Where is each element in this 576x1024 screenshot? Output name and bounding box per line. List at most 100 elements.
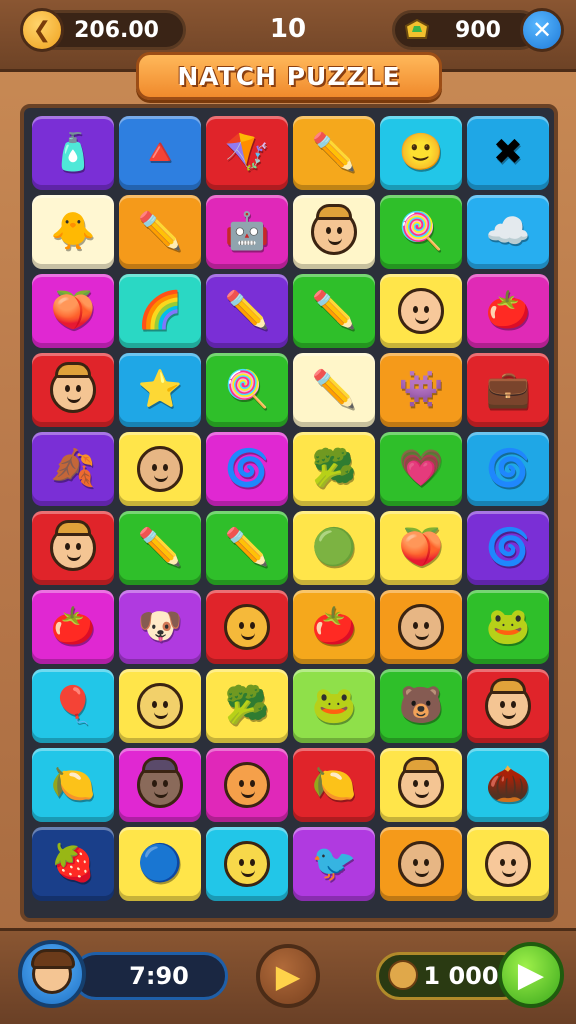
tile-5-2[interactable]: ✏️ — [206, 511, 288, 585]
tile-4-0[interactable]: 🍂 — [32, 432, 114, 506]
close-button[interactable]: ✕ — [520, 8, 564, 52]
leaf-icon: 🍂 — [50, 448, 96, 489]
tile-4-5[interactable]: 🌀 — [467, 432, 549, 506]
swirl-candy-icon: 🌀 — [485, 527, 531, 568]
yellow-face-icon — [224, 841, 270, 887]
tile-3-0[interactable] — [32, 353, 114, 427]
tile-2-0[interactable]: 🍑 — [32, 274, 114, 348]
pencil-icon: ✏️ — [224, 290, 270, 331]
explorer-face-icon — [50, 520, 96, 571]
briefcase-icon: 💼 — [485, 369, 531, 410]
star-cross-icon: ✖ — [492, 132, 524, 173]
tile-3-3[interactable]: ✏️ — [293, 353, 375, 427]
tile-7-0[interactable]: 🎈 — [32, 669, 114, 743]
tile-3-4[interactable]: 👾 — [380, 353, 462, 427]
tile-4-2[interactable]: 🌀 — [206, 432, 288, 506]
tile-8-1[interactable] — [119, 748, 201, 822]
tile-8-2[interactable] — [206, 748, 288, 822]
close-icon: ✕ — [531, 16, 553, 44]
tile-9-5[interactable] — [467, 827, 549, 901]
cookie-face-icon — [137, 446, 183, 492]
tile-0-0[interactable]: 🧴 — [32, 116, 114, 190]
tile-2-4[interactable] — [380, 274, 462, 348]
tile-2-5[interactable]: 🍅 — [467, 274, 549, 348]
tile-0-1[interactable]: 🔺 — [119, 116, 201, 190]
yellow-dog-icon: 🐶 — [137, 606, 183, 647]
cookie-currency-icon — [388, 960, 418, 990]
tile-3-2[interactable]: 🍭 — [206, 353, 288, 427]
tile-6-0[interactable]: 🍅 — [32, 590, 114, 664]
puzzle-board: 🧴 🔺 🪁 ✏️ 🙂 ✖ 🐥 ✏️ 🤖 🍭 ☁️ 🍑 🌈 ✏️ ✏️ 🍅 ⭐ 🍭 ✏️ 👾 💼 🍂 🌀 🥦 💗 🌀 ✏️ ✏️ 🟢 🍑 🌀 🍅… — [20, 104, 558, 922]
green-ball-icon: 🟢 — [311, 527, 357, 568]
peach-icon: 🍑 — [50, 290, 96, 331]
tile-0-3[interactable]: ✏️ — [293, 116, 375, 190]
tile-6-3[interactable]: 🍅 — [293, 590, 375, 664]
player-avatar[interactable] — [18, 940, 86, 1008]
tile-4-1[interactable] — [119, 432, 201, 506]
cookie-face-icon — [398, 604, 444, 650]
tile-5-4[interactable]: 🍑 — [380, 511, 462, 585]
tile-8-3[interactable]: 🍋 — [293, 748, 375, 822]
tile-7-5[interactable] — [467, 669, 549, 743]
explorer-face-icon — [398, 757, 444, 808]
tile-1-4[interactable]: 🍭 — [380, 195, 462, 269]
rainbow-shell-icon: 🌈 — [137, 290, 183, 331]
triangle-ruler-icon: 🔺 — [137, 132, 183, 173]
explorer-face-icon — [485, 678, 531, 729]
tile-7-3[interactable]: 🐸 — [293, 669, 375, 743]
tile-1-2[interactable]: 🤖 — [206, 195, 288, 269]
tile-0-4[interactable]: 🙂 — [380, 116, 462, 190]
score-value: 7:90 — [129, 962, 189, 990]
tile-8-5[interactable]: 🌰 — [467, 748, 549, 822]
play-button[interactable]: ▶ — [256, 944, 320, 1008]
tile-8-0[interactable]: 🍋 — [32, 748, 114, 822]
tomato-icon: 🍅 — [485, 290, 531, 331]
coins-value: 206.00 — [74, 17, 159, 43]
tile-5-0[interactable] — [32, 511, 114, 585]
tomato-icon: 🍅 — [50, 606, 96, 647]
tile-1-3[interactable] — [293, 195, 375, 269]
tile-1-5[interactable]: ☁️ — [467, 195, 549, 269]
play-icon: ▶ — [275, 957, 301, 995]
tile-7-1[interactable] — [119, 669, 201, 743]
tile-2-3[interactable]: ✏️ — [293, 274, 375, 348]
tile-3-5[interactable]: 💼 — [467, 353, 549, 427]
back-coin-button[interactable]: ❮ — [20, 8, 64, 52]
gems-value: 900 — [455, 17, 501, 43]
tile-3-1[interactable]: ⭐ — [119, 353, 201, 427]
tile-4-3[interactable]: 🥦 — [293, 432, 375, 506]
green-frog-icon: 🐸 — [485, 606, 531, 647]
tile-9-0[interactable]: 🍓 — [32, 827, 114, 901]
tile-9-2[interactable] — [206, 827, 288, 901]
robot-icon: 🤖 — [224, 211, 270, 252]
tile-5-3[interactable]: 🟢 — [293, 511, 375, 585]
tile-5-1[interactable]: ✏️ — [119, 511, 201, 585]
tile-5-5[interactable]: 🌀 — [467, 511, 549, 585]
tile-6-2[interactable] — [206, 590, 288, 664]
next-button[interactable]: ▶ — [498, 942, 564, 1008]
tile-6-4[interactable] — [380, 590, 462, 664]
tile-2-1[interactable]: 🌈 — [119, 274, 201, 348]
tile-2-2[interactable]: ✏️ — [206, 274, 288, 348]
orange-face-icon — [224, 762, 270, 808]
tile-9-3[interactable]: 🐦 — [293, 827, 375, 901]
tile-9-4[interactable] — [380, 827, 462, 901]
tile-9-1[interactable]: 🔵 — [119, 827, 201, 901]
tile-6-1[interactable]: 🐶 — [119, 590, 201, 664]
tile-6-5[interactable]: 🐸 — [467, 590, 549, 664]
baby-face-icon — [485, 841, 531, 887]
popsicle-icon: 🍭 — [398, 211, 444, 252]
tile-8-4[interactable] — [380, 748, 462, 822]
tile-0-5[interactable]: ✖ — [467, 116, 549, 190]
tile-1-0[interactable]: 🐥 — [32, 195, 114, 269]
bear-face-icon: 🐻 — [398, 685, 444, 726]
avatar-face-icon — [31, 949, 75, 994]
tile-0-2[interactable]: 🪁 — [206, 116, 288, 190]
tile-7-4[interactable]: 🐻 — [380, 669, 462, 743]
pink-fruit-icon: 🍑 — [398, 527, 444, 568]
tile-7-2[interactable]: 🥦 — [206, 669, 288, 743]
tile-4-4[interactable]: 💗 — [380, 432, 462, 506]
paper-kite-icon: 🪁 — [224, 132, 270, 173]
moves-value: 1 000 — [423, 962, 499, 990]
tile-1-1[interactable]: ✏️ — [119, 195, 201, 269]
